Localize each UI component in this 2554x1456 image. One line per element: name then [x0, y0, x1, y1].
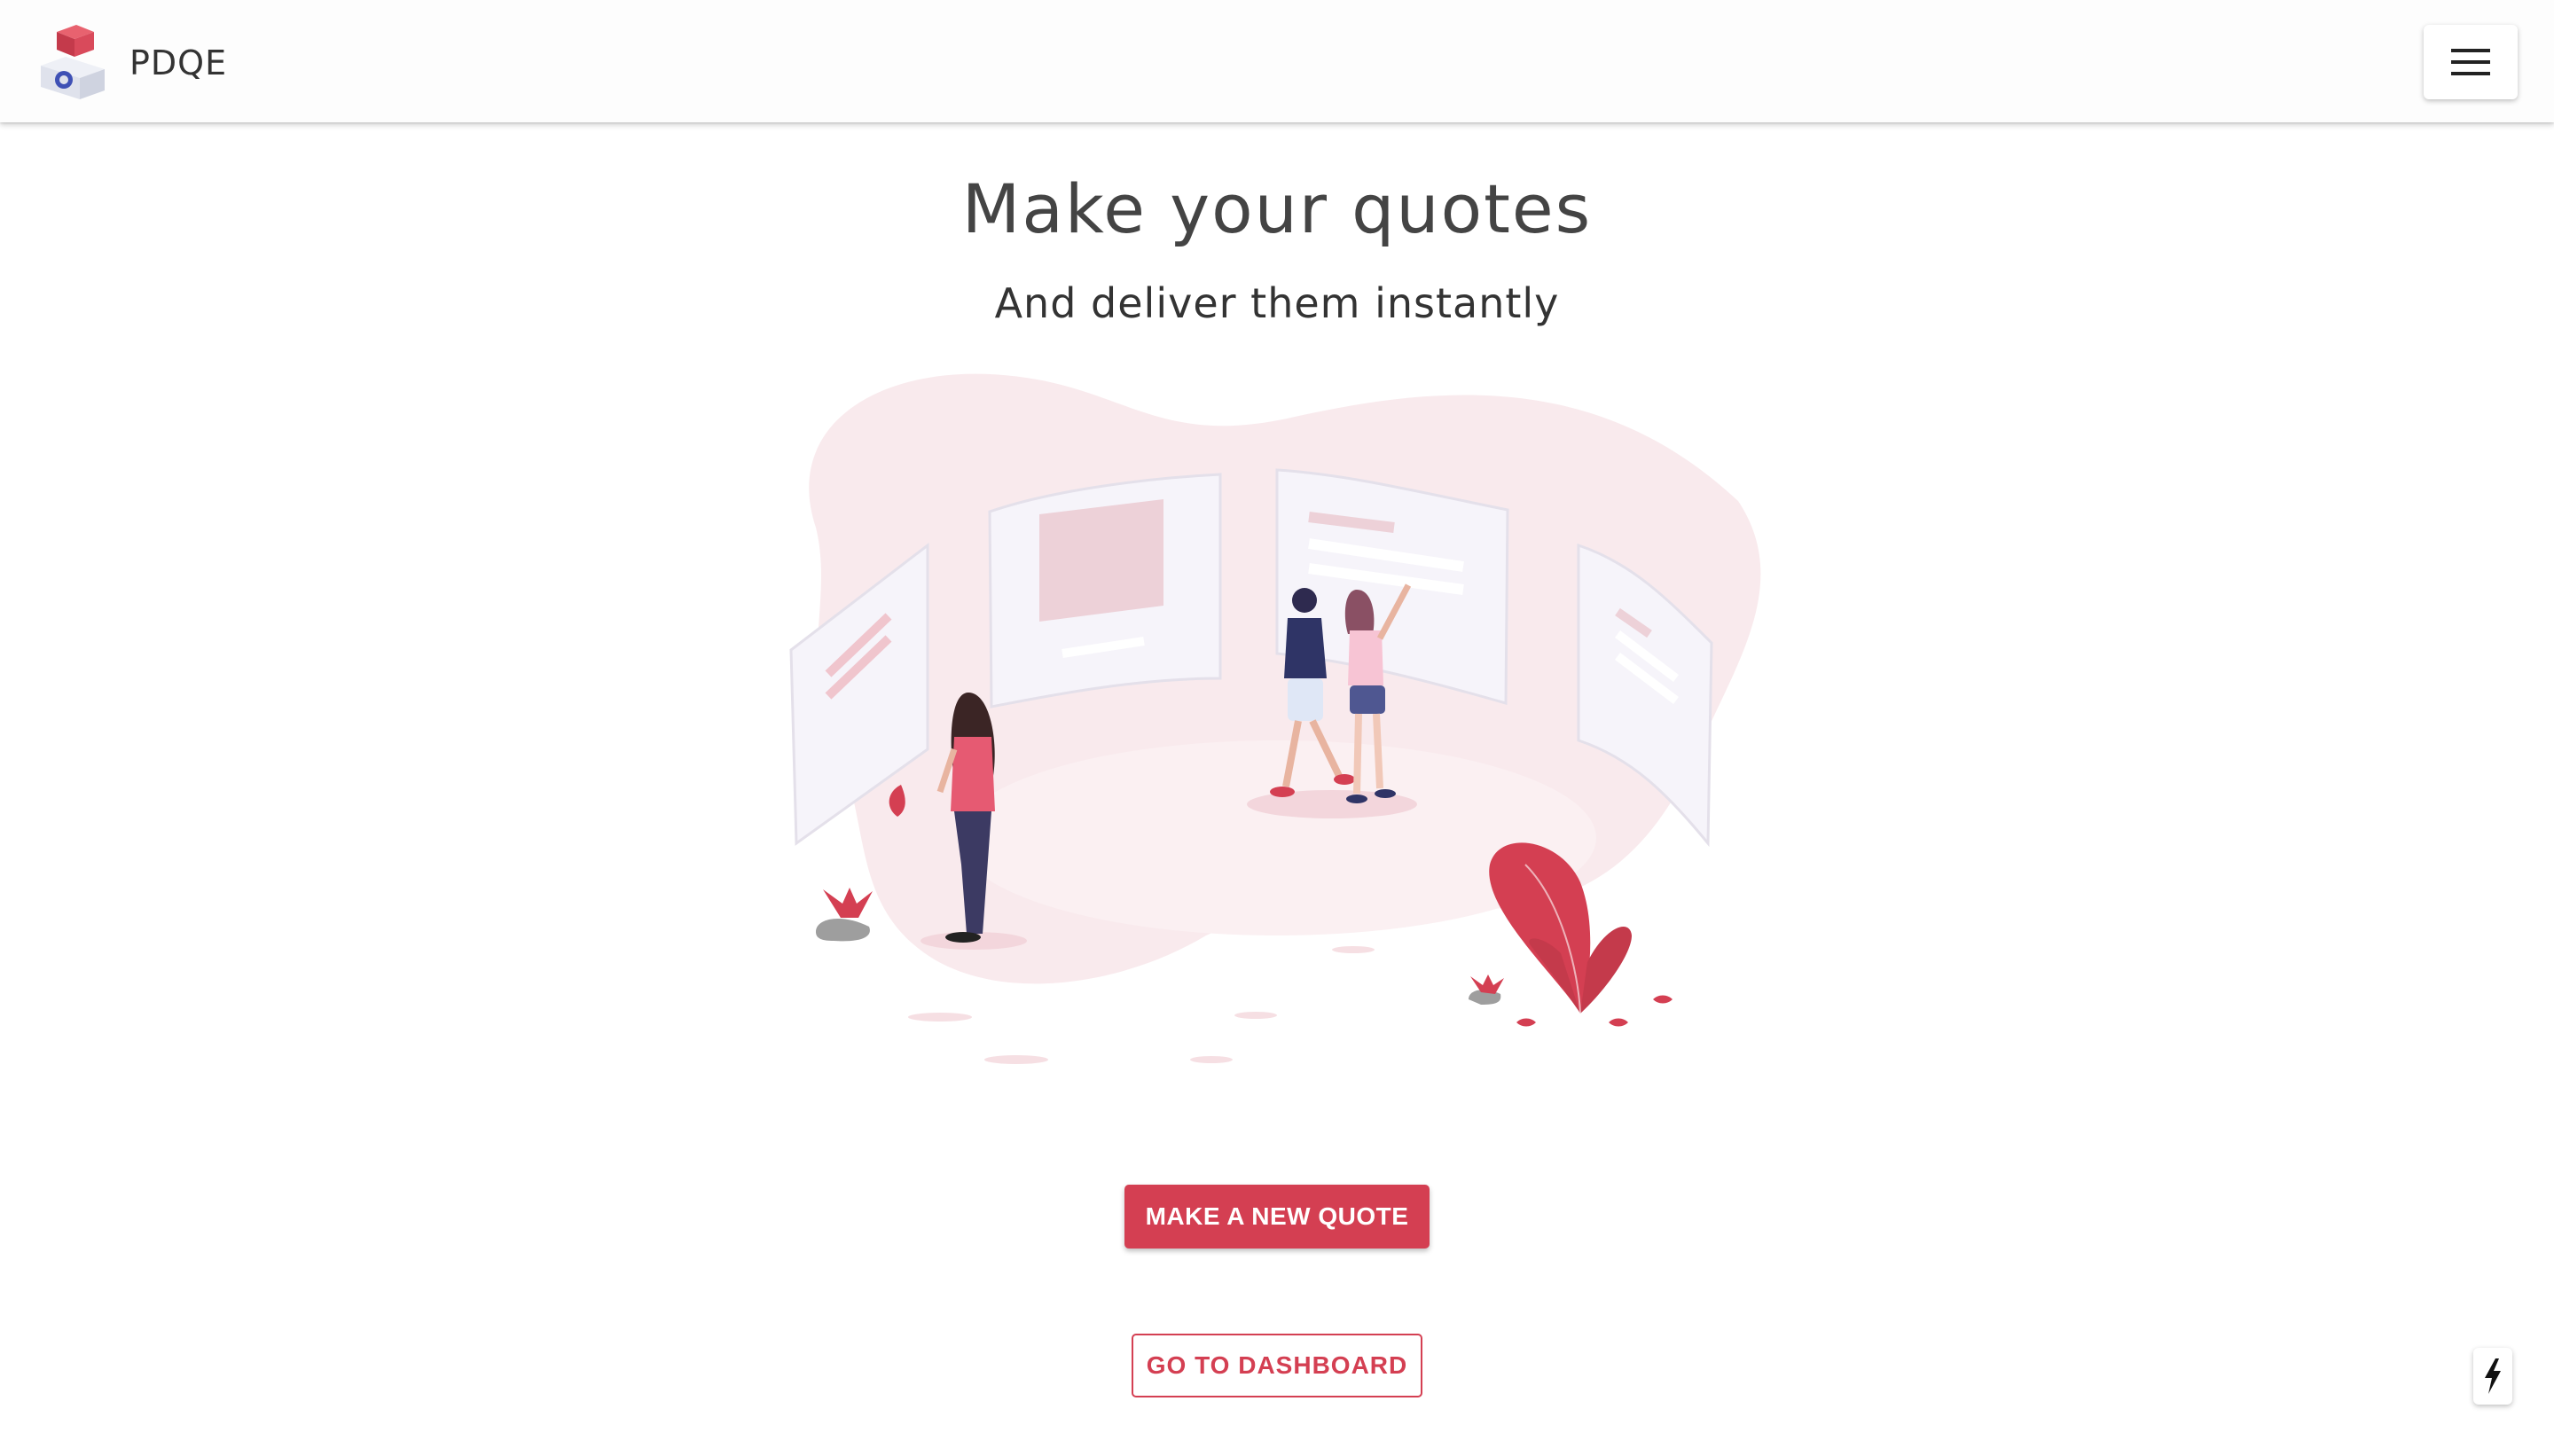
page-subtitle: And deliver them instantly — [994, 279, 1560, 327]
app-bar: PDQE — [0, 0, 2554, 122]
quick-action-button[interactable] — [2473, 1348, 2512, 1405]
hamburger-menu-icon — [2451, 49, 2490, 75]
box-logo-icon[interactable] — [35, 23, 110, 101]
page-title: Make your quotes — [961, 169, 1593, 248]
brand-name[interactable]: PDQE — [129, 46, 227, 80]
lightning-bolt-icon — [2485, 1358, 2501, 1394]
menu-button[interactable] — [2424, 25, 2518, 99]
make-new-quote-button[interactable]: MAKE A NEW QUOTE — [1124, 1185, 1430, 1249]
go-to-dashboard-button[interactable]: GO TO DASHBOARD — [1132, 1334, 1422, 1397]
people-viewing-display-boards-illustration — [780, 368, 1774, 1077]
